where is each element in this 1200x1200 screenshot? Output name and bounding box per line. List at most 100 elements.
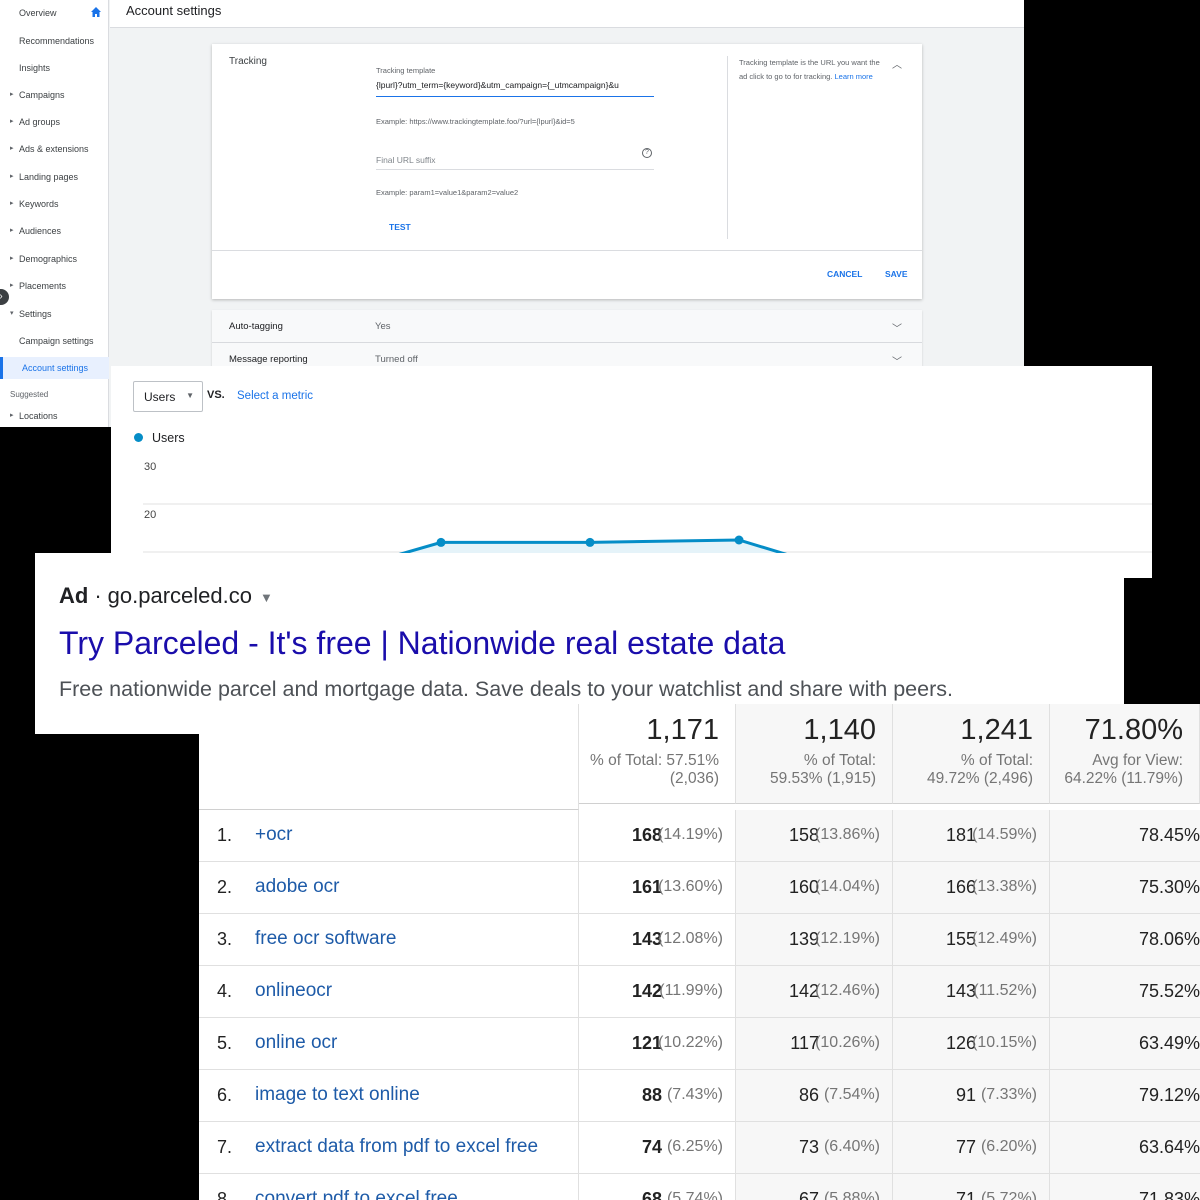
chevron-down-icon[interactable]: ﹀ [892,320,902,335]
caret-right-icon: ▸ [10,227,14,234]
keyword-link[interactable]: image to text online [255,1084,420,1106]
metric-cell: 88 (7.43%) [579,1070,736,1121]
test-button[interactable]: TEST [389,222,411,232]
total-value: 1,140 [803,714,876,746]
sidebar-item-ads-extensions[interactable]: ▸ Ads & extensions [0,138,109,160]
sidebar-item-insights[interactable]: Insights [0,57,109,79]
metric-percent: (11.52%) [973,982,1037,999]
data-point [585,537,595,547]
keyword-link[interactable]: adobe ocr [255,876,340,898]
sidebar-item-recommendations[interactable]: Recommendations [0,30,109,52]
keyword-cell: 7. extract data from pdf to excel free [199,1122,579,1173]
ad-separator: · [94,583,102,608]
metric-value: 78.45% [1138,825,1200,845]
divider [727,56,728,239]
setting-row-auto-tagging[interactable]: Auto-tagging Yes ﹀ [212,310,922,343]
metric-cell: 68 (5.74%) [579,1174,736,1200]
ad-description: Free nationwide parcel and mortgage data… [59,677,953,701]
metric-percent: (6.25%) [666,1138,723,1155]
keyword-cell: 6. image to text online [199,1070,579,1121]
total-subtext-line: Avg for View: [1092,752,1183,769]
sidebar-item-campaigns[interactable]: ▸ Campaigns [0,84,109,106]
y-tick-label: 30 [144,461,156,473]
keyword-cell: 5. online ocr [199,1018,579,1069]
sidebar-item-label: Keywords [19,199,59,209]
metric-cell: 160 (14.04%) [736,862,893,913]
tracking-help-text: Tracking template is the URL you want th… [739,56,889,84]
caret-right-icon: ▸ [10,91,14,98]
sidebar-item-label: Ad groups [19,117,61,127]
keyword-link[interactable]: convert pdf to excel free [255,1188,458,1200]
keyword-link[interactable]: free ocr software [255,928,397,950]
total-subtext-line: % of Total: [960,752,1033,769]
table-row: 6. image to text online 88 (7.43%) 86 (7.54%)… [199,1070,1200,1122]
caret-down-icon: ▾ [10,310,14,317]
metric-cell: 71 (5.72%) [893,1174,1050,1200]
metric-value: 91 [955,1085,976,1105]
metric-cell: 78.06% [1050,914,1200,965]
data-point [734,535,744,545]
sidebar-item-locations[interactable]: ▸ Locations [0,405,109,427]
total-subtext-line: 59.53% (1,915) [770,770,876,787]
metric-cell: 71.83% [1050,1174,1200,1200]
sidebar-item-label: Ads & extensions [19,144,89,154]
row-number: 1. [217,825,233,845]
sidebar-item-campaign-settings[interactable]: Campaign settings [0,330,109,352]
final-url-suffix-input[interactable] [376,150,654,170]
keyword-link[interactable]: extract data from pdf to excel free [255,1136,538,1158]
tracking-template-input[interactable]: {lpurl}?utm_term={keyword}&utm_campaign=… [376,80,654,97]
metric-percent: (12.08%) [658,930,723,947]
cancel-button[interactable]: CANCEL [827,269,862,279]
ad-headline-link[interactable]: Try Parceled - It's free | Nationwide re… [59,625,785,662]
metric-percent: (14.19%) [658,826,723,843]
sidebar-item-landing-pages[interactable]: ▸ Landing pages [0,166,109,188]
sidebar-item-audiences[interactable]: ▸ Audiences [0,220,109,242]
save-button[interactable]: SAVE [885,269,908,279]
metric-value: 75.30% [1138,877,1200,897]
sidebar-item-account-settings[interactable]: Account settings [0,357,109,379]
table-row: 1. +ocr 168 (14.19%) 158 (13.86%) 181 (14.59%) 7… [199,810,1200,862]
sidebar-item-settings[interactable]: ▾ Settings [0,303,109,325]
metric-percent: (5.74%) [666,1190,723,1200]
metric-value: 143 [945,981,976,1001]
caret-right-icon: ▸ [10,145,14,152]
sidebar-item-keywords[interactable]: ▸ Keywords [0,193,109,215]
row-number: 3. [217,929,233,949]
dropdown-arrow-icon[interactable]: ▼ [260,590,273,605]
keyword-link[interactable]: online ocr [255,1032,337,1054]
table-header-total: 71.80% Avg for View: 64.22% (11.79%) [1050,704,1200,804]
metric-percent: (12.46%) [815,982,880,999]
sidebar-item-label: Recommendations [19,36,95,46]
ad-domain[interactable]: go.parceled.co [108,583,252,608]
help-icon[interactable]: ? [642,148,652,158]
keyword-link[interactable]: onlineocr [255,980,332,1002]
sidebar-item-demographics[interactable]: ▸ Demographics [0,248,109,270]
metric-percent: (14.59%) [972,826,1037,843]
metric-cell: 166 (13.38%) [893,862,1050,913]
chevron-up-icon[interactable]: ︿ [892,56,902,71]
metric-cell: 121 (10.22%) [579,1018,736,1069]
table-header-total: 1,171 % of Total: 57.51% (2,036) [579,704,736,804]
metric-cell: 75.30% [1050,862,1200,913]
row-number: 6. [217,1085,233,1105]
sidebar-item-label: Audiences [19,226,62,236]
learn-more-link[interactable]: Learn more [834,72,872,81]
sidebar-item-label: Settings [19,309,52,319]
ad-source-line: Ad · go.parceled.co ▼ [59,583,273,609]
keyword-link[interactable]: +ocr [255,824,293,846]
total-subtext-line: % of Total: 57.51% [590,752,719,769]
metric-cell: 63.49% [1050,1018,1200,1069]
setting-row-label: Message reporting [229,354,308,365]
metric-percent: (7.33%) [980,1086,1037,1103]
metric-percent: (5.72%) [980,1190,1037,1200]
metric-cell: 126 (10.15%) [893,1018,1050,1069]
sidebar-item-ad-groups[interactable]: ▸ Ad groups [0,111,109,133]
users-line-chart: 30 20 [143,461,1152,578]
metric-cell: 181 (14.59%) [893,810,1050,861]
tracking-section-title: Tracking [229,56,267,67]
metric-cell: 86 (7.54%) [736,1070,893,1121]
row-number: 5. [217,1033,233,1053]
sidebar-item-placements[interactable]: ▸ Placements [0,275,109,297]
metric-value: 71.83% [1138,1189,1200,1200]
sidebar-item-label: Landing pages [19,172,79,182]
